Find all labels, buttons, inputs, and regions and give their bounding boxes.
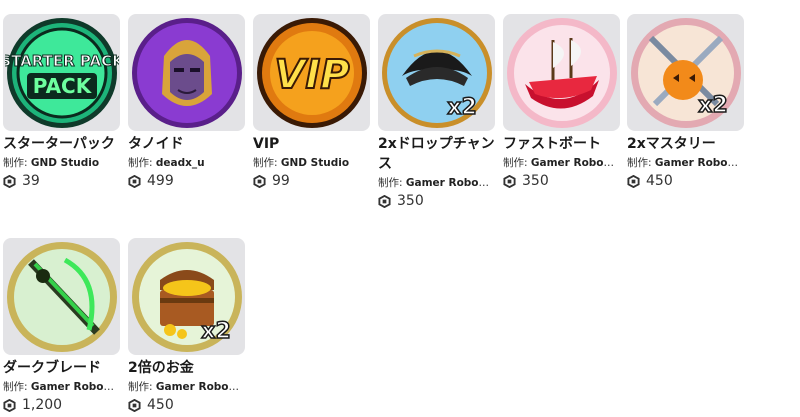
item-name[interactable]: ファストボート [503, 134, 621, 154]
item-thumbnail[interactable] [3, 238, 120, 355]
item-price: 350 [503, 172, 621, 190]
item-price: 39 [3, 172, 121, 190]
treasure-chest-icon: x2 [131, 241, 242, 352]
item-creator[interactable]: 制作: GND Studio [253, 156, 369, 170]
game-pass-card[interactable]: STARTER PACK PACK スターターパック 制作: GND Studi… [3, 14, 121, 190]
item-name[interactable]: スターターパック [3, 134, 121, 154]
item-price: 1,200 [3, 396, 121, 414]
vip-icon: VIP [256, 17, 367, 128]
robux-icon [378, 194, 391, 208]
item-thumbnail[interactable] [503, 14, 620, 131]
item-thumbnail[interactable]: VIP [253, 14, 370, 131]
blade-icon [6, 241, 117, 352]
robux-icon [3, 398, 16, 412]
item-creator[interactable]: 制作: Gamer Robot I... [128, 380, 244, 394]
robux-icon [503, 174, 516, 188]
item-name[interactable]: ダークブレード [3, 358, 121, 378]
item-creator[interactable]: 制作: GND Studio [3, 156, 119, 170]
robux-icon [627, 174, 640, 188]
game-pass-card[interactable]: x2 2xマスタリー 制作: Gamer Robot I... 450 [627, 14, 745, 190]
item-creator[interactable]: 制作: Gamer Robot I... [503, 156, 619, 170]
item-name[interactable]: 2xマスタリー [627, 134, 745, 154]
robux-icon [128, 174, 141, 188]
art-text: x2 [201, 319, 231, 344]
item-price: 99 [253, 172, 371, 190]
item-price: 450 [128, 396, 246, 414]
game-pass-card[interactable]: ダークブレード 制作: Gamer Robot I... 1,200 [3, 238, 121, 414]
pirate-hat-icon: x2 [381, 17, 492, 128]
item-price: 450 [627, 172, 745, 190]
art-text: x2 [698, 93, 728, 118]
item-creator[interactable]: 制作: Gamer Robot I... [627, 156, 743, 170]
item-thumbnail[interactable]: x2 [128, 238, 245, 355]
robux-icon [253, 174, 266, 188]
crossed-swords-icon: x2 [630, 17, 741, 128]
game-pass-card[interactable]: x2 2倍のお金 制作: Gamer Robot I... 450 [128, 238, 246, 414]
item-thumbnail[interactable] [128, 14, 245, 131]
item-creator[interactable]: 制作: deadx_u [128, 156, 244, 170]
game-pass-card[interactable]: タノイド 制作: deadx_u 499 [128, 14, 246, 190]
thanos-icon [131, 17, 242, 128]
item-price: 350 [378, 192, 496, 210]
art-text: VIP [274, 52, 349, 98]
item-name[interactable]: 2倍のお金 [128, 358, 246, 378]
svg-text:PACK: PACK [32, 74, 92, 98]
art-text: x2 [447, 95, 477, 120]
item-thumbnail[interactable]: x2 [378, 14, 495, 131]
game-pass-card[interactable]: x2 2xドロップチャンス 制作: Gamer Robot I... 350 [378, 14, 496, 210]
robux-icon [128, 398, 141, 412]
game-pass-card[interactable]: ファストボート 制作: Gamer Robot I... 350 [503, 14, 621, 190]
item-creator[interactable]: 制作: Gamer Robot I... [3, 380, 119, 394]
robux-icon [3, 174, 16, 188]
art-text: STARTER PACK [5, 52, 119, 70]
item-name[interactable]: VIP [253, 134, 371, 154]
boat-icon [506, 17, 617, 128]
item-creator[interactable]: 制作: Gamer Robot I... [378, 176, 494, 190]
item-thumbnail[interactable]: STARTER PACK PACK [3, 14, 120, 131]
item-name[interactable]: タノイド [128, 134, 246, 154]
item-thumbnail[interactable]: x2 [627, 14, 744, 131]
item-name[interactable]: 2xドロップチャンス [378, 134, 496, 174]
starter-pack-icon: STARTER PACK PACK [5, 17, 119, 128]
game-pass-card[interactable]: VIP VIP 制作: GND Studio 99 [253, 14, 371, 190]
item-price: 499 [128, 172, 246, 190]
